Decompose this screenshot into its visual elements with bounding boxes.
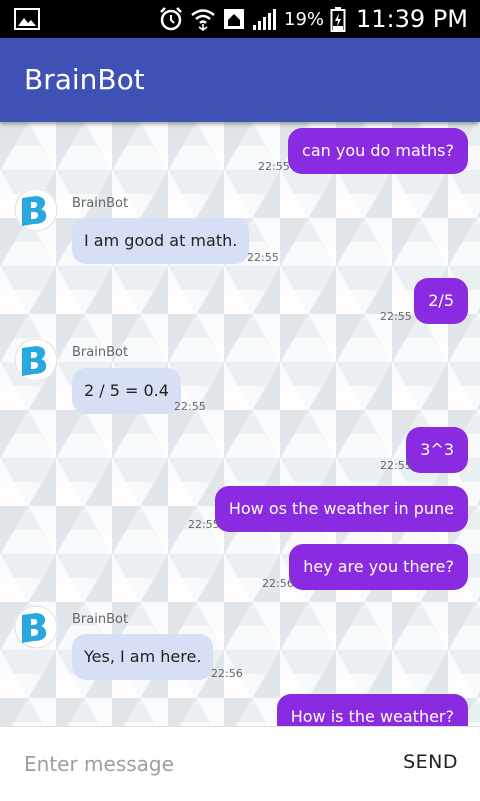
sender-name: BrainBot xyxy=(72,196,129,211)
user-message: How is the weather? xyxy=(276,694,468,726)
bot-logo-icon xyxy=(14,605,58,649)
battery-icon xyxy=(330,7,346,32)
page-title: BrainBot xyxy=(24,63,145,96)
user-message: How os the weather in pune xyxy=(214,486,468,532)
message-composer: SEND xyxy=(0,726,480,801)
home-icon xyxy=(224,9,244,29)
signal-icon xyxy=(253,9,276,30)
message-time: 22:55 xyxy=(247,251,279,264)
message-time: 22:55 xyxy=(258,160,290,173)
bot-message: 2 / 5 = 0.4 xyxy=(72,368,181,414)
bot-logo-icon xyxy=(14,188,58,232)
app-bar: BrainBot xyxy=(0,38,480,122)
user-message: hey are you there? xyxy=(289,544,468,590)
bot-logo-icon xyxy=(14,338,58,382)
send-button[interactable]: SEND xyxy=(403,751,458,773)
message-time: 22:55 xyxy=(188,518,220,531)
message-time: 22:56 xyxy=(262,577,294,590)
user-message: 2/5 xyxy=(414,278,468,324)
clock: 11:39 PM xyxy=(356,5,468,33)
alarm-icon xyxy=(160,7,182,31)
sender-name: BrainBot xyxy=(72,345,129,360)
bot-avatar xyxy=(14,338,58,382)
bot-message: Yes, I am here. xyxy=(72,634,214,680)
message-time: 22:55 xyxy=(174,400,206,413)
message-time: 22:55 xyxy=(380,310,412,323)
user-message: can you do maths? xyxy=(288,128,468,174)
bot-avatar xyxy=(14,188,58,232)
battery-percent: 19% xyxy=(284,8,325,30)
image-icon xyxy=(14,8,40,30)
message-input[interactable] xyxy=(24,745,364,783)
message-time: 22:55 xyxy=(380,459,412,472)
user-message: 3^3 xyxy=(406,427,468,473)
bot-avatar xyxy=(14,605,58,649)
sender-name: BrainBot xyxy=(72,612,129,627)
message-time: 22:56 xyxy=(211,667,243,680)
wifi-icon xyxy=(191,9,215,31)
status-bar: 19% 11:39 PM xyxy=(0,0,480,38)
bot-message: I am good at math. xyxy=(72,218,250,264)
chat-list[interactable]: can you do maths? 22:55 BrainBot I am go… xyxy=(0,122,480,726)
